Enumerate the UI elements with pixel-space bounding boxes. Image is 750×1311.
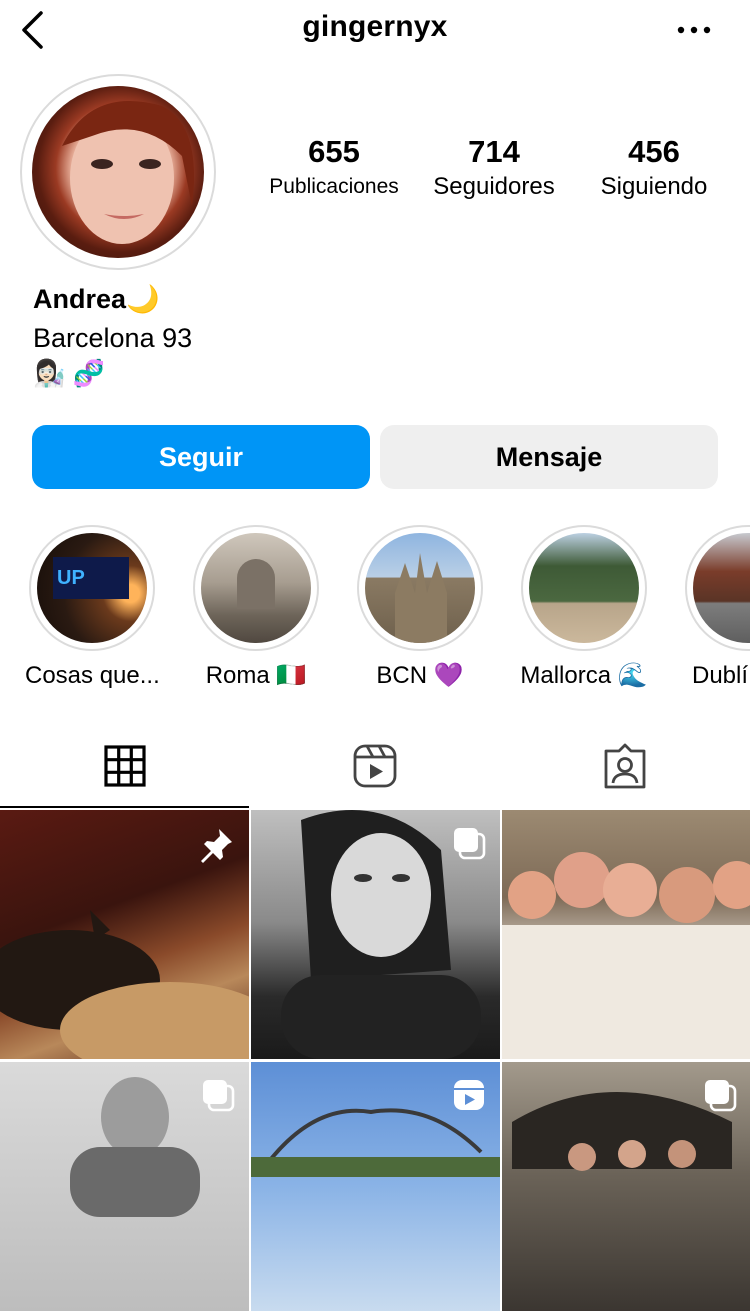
avatar-image — [32, 86, 204, 258]
highlight-item[interactable]: Roma 🇮🇹 — [189, 525, 323, 693]
stat-posts-label: Publicaciones — [269, 175, 399, 198]
stat-followers-label: Seguidores — [433, 173, 555, 200]
chevron-left-icon — [22, 11, 43, 49]
highlight-item[interactable]: Mallorca 🌊 — [517, 525, 651, 693]
highlight-item[interactable]: BCN 💜 — [353, 525, 487, 693]
profile-name: Andrea🌙 — [33, 284, 160, 314]
post-thumbnail[interactable] — [502, 810, 750, 1059]
highlight-thumbnail — [693, 533, 750, 643]
highlight-thumbnail — [365, 533, 475, 643]
post-thumbnail[interactable] — [0, 1062, 249, 1311]
highlight-ring — [193, 525, 319, 651]
stat-followers[interactable]: 714 Seguidores — [418, 134, 570, 204]
active-tab-indicator — [0, 806, 249, 808]
profile-username: gingernyx — [302, 10, 448, 43]
highlight-ring — [357, 525, 483, 651]
more-icon — [677, 26, 711, 34]
post-thumbnail[interactable] — [0, 810, 249, 1059]
stat-following-count: 456 — [628, 134, 680, 169]
multiple-photos-icon — [203, 1080, 235, 1112]
follow-button[interactable]: Seguir — [32, 425, 370, 489]
more-options-button[interactable] — [672, 12, 716, 48]
highlight-label: Roma 🇮🇹 — [205, 662, 307, 689]
highlight-label: Mallorca 🌊 — [520, 662, 648, 689]
tab-posts-grid[interactable] — [0, 740, 250, 792]
tagged-icon — [604, 743, 646, 789]
highlight-thumbnail — [529, 533, 639, 643]
highlight-thumbnail: UP — [37, 533, 147, 643]
stat-following[interactable]: 456 Siguiendo — [578, 134, 730, 204]
tab-tagged[interactable] — [500, 740, 750, 792]
highlight-item[interactable]: UP Cosas que... — [25, 525, 160, 693]
multiple-photos-icon — [454, 828, 486, 860]
stat-following-label: Siguiendo — [600, 173, 708, 200]
post-thumbnail[interactable] — [251, 810, 500, 1059]
highlight-ring: UP — [29, 525, 155, 651]
stat-followers-count: 714 — [468, 134, 520, 169]
tab-reels[interactable] — [250, 740, 500, 792]
profile-bio-emojis: 👩🏻‍🔬 🧬 — [33, 358, 105, 388]
reel-icon — [454, 1080, 484, 1110]
highlight-label: BCN 💜 — [376, 662, 464, 689]
message-button[interactable]: Mensaje — [380, 425, 718, 489]
highlight-thumbnail — [201, 533, 311, 643]
stat-posts-count: 655 — [308, 134, 360, 169]
highlight-item[interactable]: Dublí — [681, 525, 750, 693]
reels-icon — [353, 744, 397, 788]
post-thumbnail[interactable] — [502, 1062, 750, 1311]
stat-posts[interactable]: 655 Publicaciones — [258, 134, 410, 204]
profile-location: Barcelona 93 — [33, 323, 193, 353]
highlight-label: Cosas que... — [25, 662, 160, 689]
grid-icon — [104, 745, 146, 787]
post-thumbnail[interactable] — [251, 1062, 500, 1311]
multiple-photos-icon — [705, 1080, 737, 1112]
pin-icon — [201, 829, 232, 863]
highlight-label: Dublí — [692, 662, 749, 689]
highlight-ring — [521, 525, 647, 651]
highlight-ring — [685, 525, 750, 651]
back-button[interactable] — [14, 10, 50, 50]
avatar[interactable] — [20, 74, 216, 270]
